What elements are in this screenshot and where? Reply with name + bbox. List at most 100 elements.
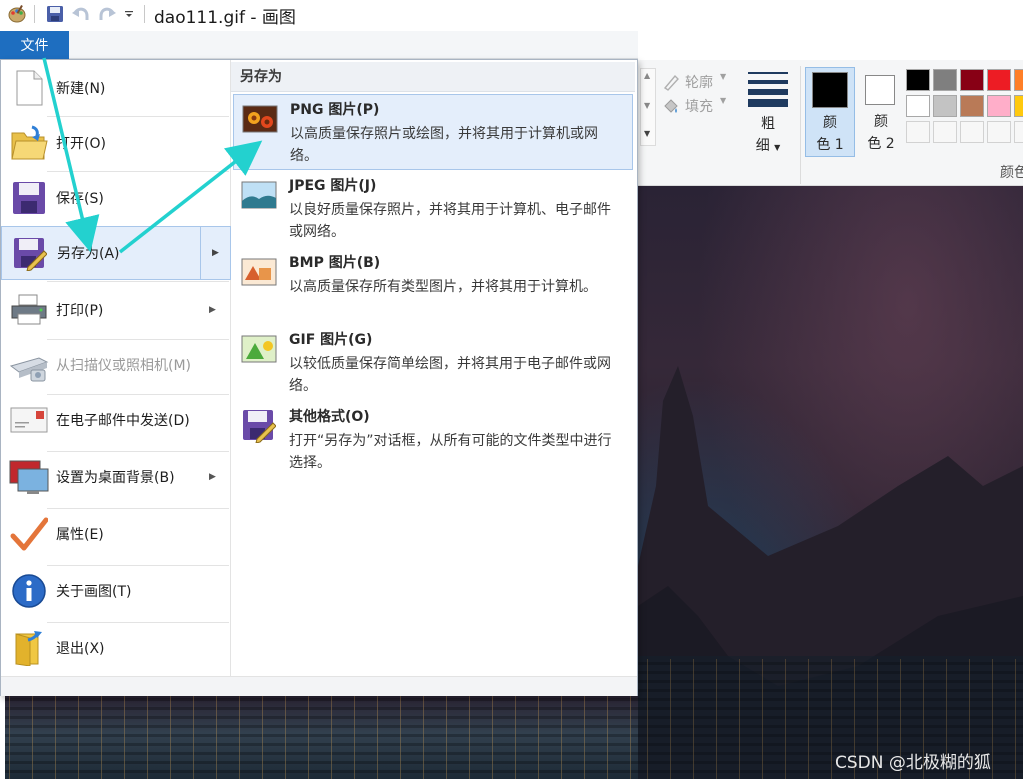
paint-app-icon[interactable] xyxy=(6,4,28,24)
scanner-icon xyxy=(9,345,49,385)
line-size-icon[interactable] xyxy=(748,72,788,107)
file-menu-item[interactable]: 关于画图(T) xyxy=(1,564,231,618)
fill-icon[interactable] xyxy=(662,97,682,115)
save-icon[interactable] xyxy=(44,4,66,24)
fill-label[interactable]: 填充 xyxy=(685,96,713,116)
submenu-arrow-icon: ▶ xyxy=(209,305,216,315)
save-as-option-description: 以高质量保存所有类型图片，并将其用于计算机。 xyxy=(289,279,597,295)
file-menu-item-label: 设置为桌面背景(B) xyxy=(56,470,175,486)
palette-color-swatch[interactable] xyxy=(933,69,957,91)
outline-icon[interactable] xyxy=(662,73,682,91)
menu-separator xyxy=(47,394,229,395)
file-menu-item[interactable]: 属性(E) xyxy=(1,507,231,561)
printer-icon xyxy=(9,290,49,330)
save-as-option-title: 其他格式(O) xyxy=(289,409,370,425)
redo-icon[interactable] xyxy=(96,4,118,24)
menu-footer xyxy=(1,676,637,696)
canvas-border xyxy=(0,696,5,779)
custom-color-slot[interactable] xyxy=(933,121,957,143)
save-as-option-description: 以较低质量保存简单绘图，并将其用于电子邮件或网络。 xyxy=(289,356,611,394)
menu-separator xyxy=(47,171,229,172)
exit-icon xyxy=(9,628,49,668)
info-icon xyxy=(9,571,49,611)
file-menu-item[interactable]: 打开(O) xyxy=(1,116,231,170)
watermark: CSDN @北极糊的狐 xyxy=(835,753,991,773)
palette-color-swatch[interactable] xyxy=(987,95,1011,117)
palette-color-swatch[interactable] xyxy=(960,95,984,117)
palette-color-swatch[interactable] xyxy=(1014,95,1023,117)
palette-color-swatch[interactable] xyxy=(960,69,984,91)
palette-color-swatch[interactable] xyxy=(987,69,1011,91)
file-menu-item[interactable]: 在电子邮件中发送(D) xyxy=(1,393,231,447)
undo-icon[interactable] xyxy=(70,4,92,24)
file-menu-item[interactable]: 保存(S) xyxy=(1,171,231,225)
palette-color-swatch[interactable] xyxy=(933,95,957,117)
jpeg-image-icon xyxy=(240,179,278,211)
file-menu-item: 从扫描仪或照相机(M) xyxy=(1,338,231,392)
save-as-option-description: 打开“另存为”对话框，从所有可能的文件类型中进行选择。 xyxy=(289,433,612,471)
save-as-option[interactable]: 其他格式(O) 打开“另存为”对话框，从所有可能的文件类型中进行选择。 xyxy=(233,402,633,478)
outline-label[interactable]: 轮廓 xyxy=(685,72,713,92)
save-as-option-title: JPEG 图片(J) xyxy=(289,178,377,194)
file-menu-commands: 新建(N) 打开(O) 保存(S) 另存为(A) ▶ 打印(P) ▶ 从扫描仪或照相机(M) 在… xyxy=(1,60,231,676)
file-menu: 新建(N) 打开(O) 保存(S) 另存为(A) ▶ 打印(P) ▶ 从扫描仪或照相机(M) 在… xyxy=(0,59,638,696)
color2-button[interactable]: 颜 色 2 xyxy=(860,67,906,157)
save-disk-icon xyxy=(9,178,49,218)
submenu-arrow-icon: ▶ xyxy=(209,472,216,482)
ribbon: ▲ ▼ ▼ 轮廓 ▼ 填充 ▼ 粗 细 ▼ 颜 色 1 颜 色 2 颜色 xyxy=(638,60,1023,186)
scroll-up-icon[interactable]: ▲ xyxy=(644,71,650,80)
save-as-option[interactable]: PNG 图片(P) 以高质量保存照片或绘图，并将其用于计算机或网络。 xyxy=(233,94,633,170)
colors-group-label: 颜色 xyxy=(1000,165,1023,181)
open-folder-icon xyxy=(9,123,49,163)
file-menu-item-label: 退出(X) xyxy=(56,641,105,657)
canvas-image[interactable] xyxy=(638,186,1023,779)
checkmark-icon xyxy=(9,514,49,554)
scroll-down-icon[interactable]: ▼ xyxy=(644,101,650,110)
save-as-option-title: BMP 图片(B) xyxy=(289,255,381,271)
save-as-submenu: 另存为 PNG 图片(P) 以高质量保存照片或绘图，并将其用于计算机或网络。 JPE… xyxy=(231,62,635,676)
menu-separator xyxy=(47,281,229,282)
png-image-icon xyxy=(241,103,279,135)
window-title: dao111.gif - 画图 xyxy=(154,8,296,28)
outline-dropdown-icon[interactable]: ▼ xyxy=(720,72,726,81)
title-bar: dao111.gif - 画图 xyxy=(0,0,1023,30)
new-file-icon xyxy=(9,68,49,108)
file-menu-tab[interactable]: 文件 xyxy=(0,31,69,59)
canvas-image-lower[interactable] xyxy=(0,696,638,779)
menu-separator xyxy=(47,116,229,117)
toolbar-separator xyxy=(34,5,35,23)
save-as-option[interactable]: GIF 图片(G) 以较低质量保存简单绘图，并将其用于电子邮件或网络。 xyxy=(233,325,633,401)
file-menu-item[interactable]: 新建(N) xyxy=(1,61,231,115)
shapes-scroll[interactable]: ▲ ▼ ▼ xyxy=(640,68,656,146)
palette-color-swatch[interactable] xyxy=(1014,69,1023,91)
custom-color-slot[interactable] xyxy=(960,121,984,143)
file-menu-item[interactable]: 打印(P) ▶ xyxy=(1,283,231,337)
size-label[interactable]: 粗 细 ▼ xyxy=(748,113,788,159)
size-dropdown-icon[interactable]: ▼ xyxy=(774,143,780,152)
save-as-option[interactable]: BMP 图片(B) 以高质量保存所有类型图片，并将其用于计算机。 xyxy=(233,248,633,324)
shapes-expand-icon[interactable]: ▼ xyxy=(644,129,650,138)
file-menu-item-label: 新建(N) xyxy=(56,81,106,97)
custom-color-slot[interactable] xyxy=(1014,121,1023,143)
custom-color-slot[interactable] xyxy=(987,121,1011,143)
file-menu-item[interactable]: 设置为桌面背景(B) ▶ xyxy=(1,450,231,504)
save-as-option[interactable]: JPEG 图片(J) 以良好质量保存照片，并将其用于计算机、电子邮件或网络。 xyxy=(233,171,633,247)
email-icon xyxy=(9,400,49,440)
toolbar-separator xyxy=(144,5,145,23)
menu-separator xyxy=(47,451,229,452)
submenu-header: 另存为 xyxy=(231,62,635,92)
city-lights xyxy=(0,696,638,779)
gif-image-icon xyxy=(240,333,278,365)
customize-dropdown-icon[interactable] xyxy=(122,4,136,24)
palette-color-swatch[interactable] xyxy=(906,69,930,91)
file-menu-item-label: 在电子邮件中发送(D) xyxy=(56,413,190,429)
fill-dropdown-icon[interactable]: ▼ xyxy=(720,96,726,105)
menu-separator xyxy=(47,622,229,623)
custom-color-slot[interactable] xyxy=(906,121,930,143)
file-menu-item[interactable]: 另存为(A) ▶ xyxy=(1,226,231,280)
palette-color-swatch[interactable] xyxy=(906,95,930,117)
submenu-arrow-icon[interactable]: ▶ xyxy=(200,227,230,279)
file-menu-item[interactable]: 退出(X) xyxy=(1,621,231,675)
color1-button[interactable]: 颜 色 1 xyxy=(805,67,855,157)
bmp-image-icon xyxy=(240,256,278,288)
